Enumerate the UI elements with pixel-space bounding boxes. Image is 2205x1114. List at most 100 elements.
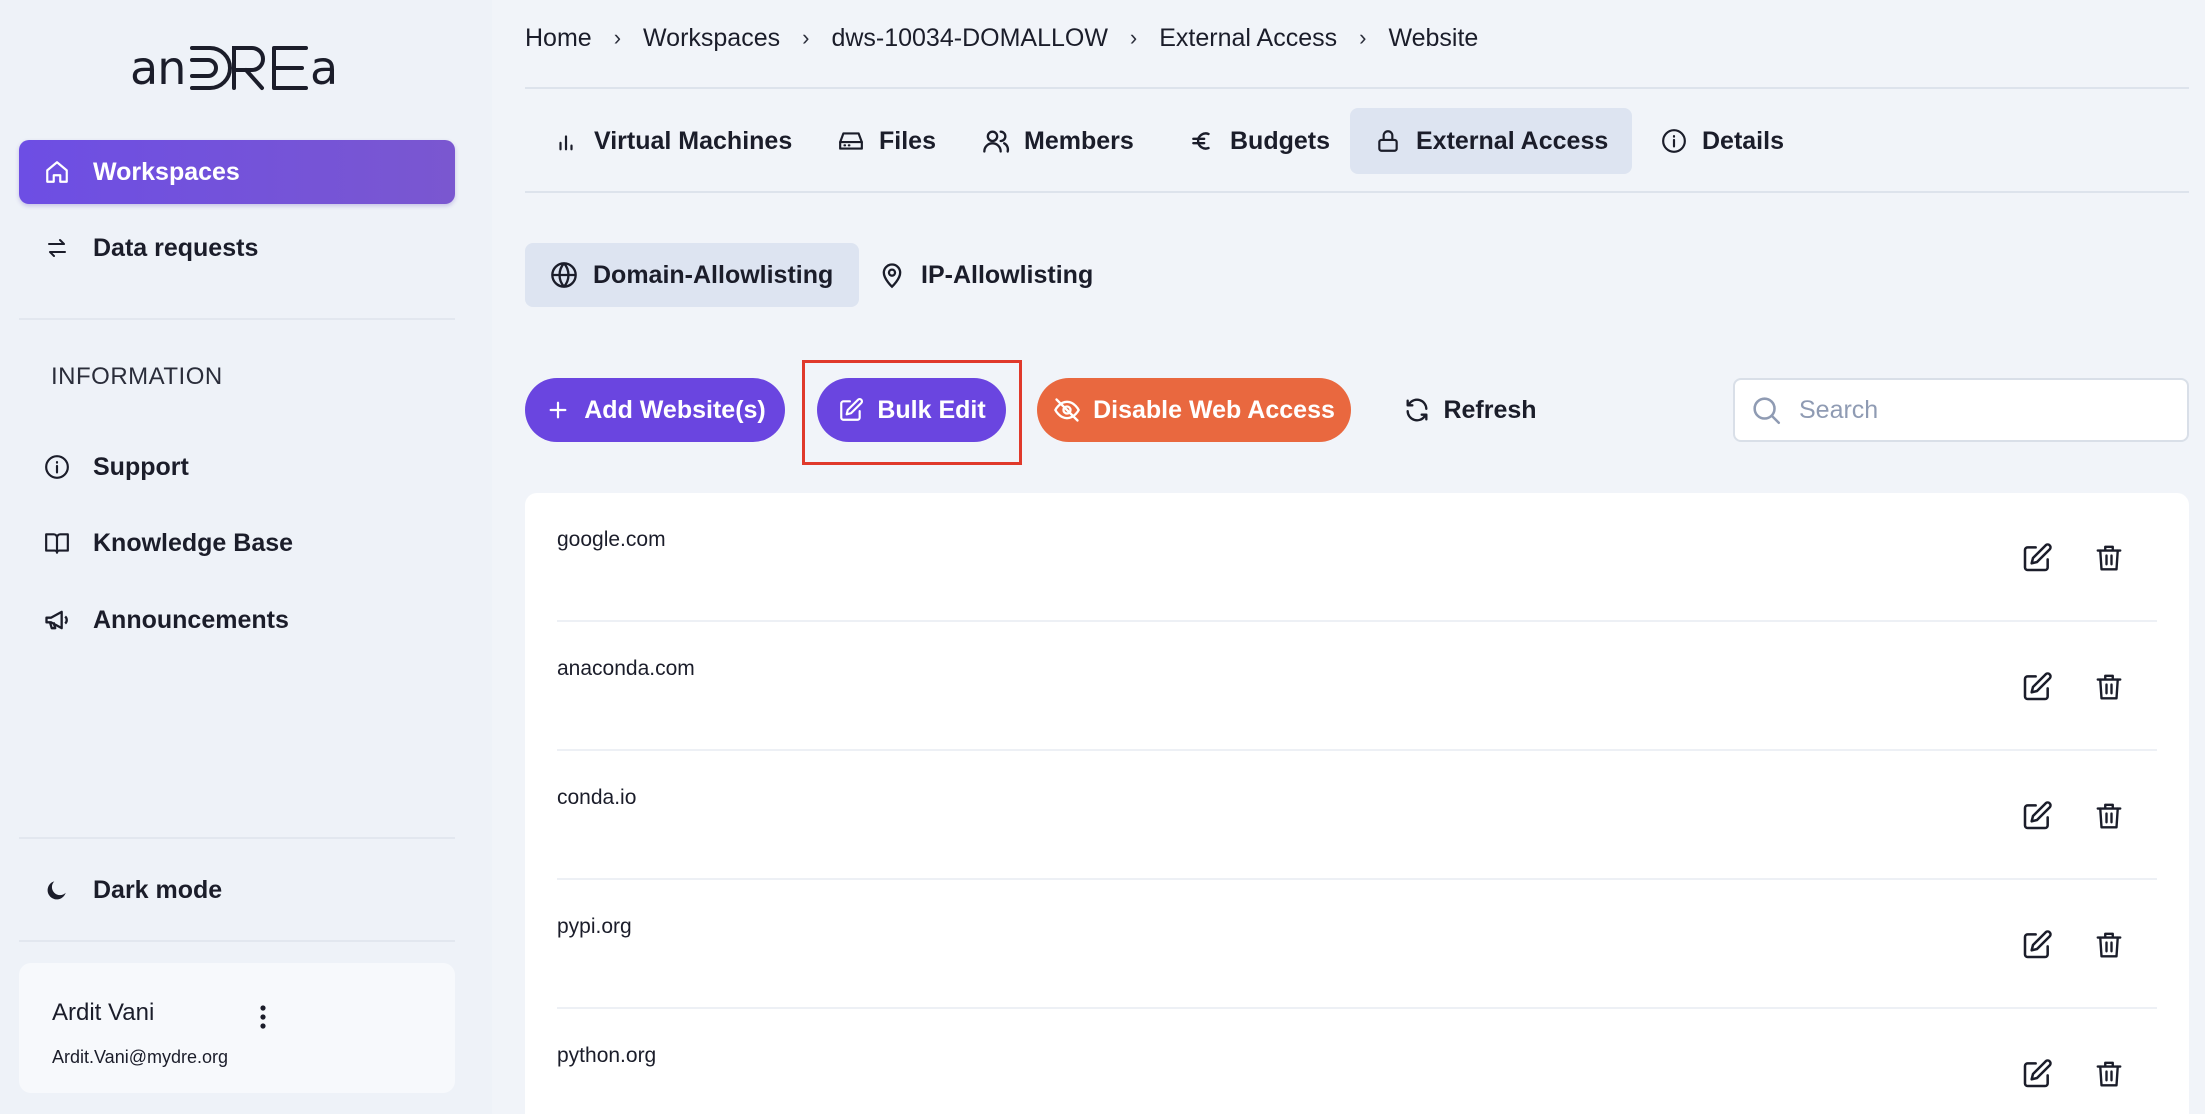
chevron-right-icon: › [1359, 25, 1367, 50]
trash-icon[interactable] [2091, 1056, 2127, 1092]
tab-label: Domain-Allowlisting [593, 260, 834, 289]
sidebar-item-label: Announcements [93, 605, 289, 634]
trash-icon[interactable] [2091, 540, 2127, 576]
edit-icon[interactable] [2019, 927, 2055, 963]
user-email: Ardit.Vani@mydre.org [52, 1047, 229, 1067]
tab-label: Virtual Machines [594, 126, 793, 155]
add-websites-button[interactable]: Add Website(s) [525, 378, 785, 442]
edit-icon[interactable] [2019, 798, 2055, 834]
tab-budgets[interactable]: Budgets [1164, 108, 1354, 174]
chevron-right-icon: › [1129, 25, 1138, 50]
sidebar-item-announcements[interactable]: Announcements [19, 588, 455, 652]
edit-icon [837, 396, 865, 424]
euro-icon [1188, 127, 1216, 155]
search-icon [1749, 393, 1783, 427]
list-item: python.org [557, 1009, 2157, 1114]
domain-list: google.com anaconda.com conda.io pypi.or… [525, 493, 2189, 1114]
user-card: Ardit Vani Ardit.Vani@mydre.org [19, 963, 455, 1093]
section-title-information: INFORMATION [51, 363, 223, 390]
disable-web-access-button[interactable]: Disable Web Access [1037, 378, 1351, 442]
drive-icon [837, 127, 865, 155]
tab-label: Members [1024, 126, 1134, 155]
domain-name: python.org [557, 1044, 657, 1067]
list-item: conda.io [557, 751, 2157, 880]
trash-icon[interactable] [2091, 669, 2127, 705]
home-icon [41, 156, 73, 188]
book-icon [41, 527, 73, 559]
more-options-icon[interactable] [247, 1001, 279, 1033]
list-item: google.com [557, 493, 2157, 622]
breadcrumb-workspace[interactable]: dws-10034-DOMALLOW [831, 24, 1107, 53]
tab-label: Budgets [1230, 126, 1330, 155]
tab-label: Files [879, 126, 936, 155]
sidebar-divider [19, 940, 455, 942]
tab-ip-allowlisting[interactable]: IP-Allowlisting [853, 243, 1119, 307]
bar-chart-icon [552, 127, 580, 155]
breadcrumb-current: Website [1388, 23, 1479, 52]
sidebar-item-workspaces[interactable]: Workspaces [19, 140, 455, 204]
refresh-button[interactable]: Refresh [1390, 378, 1550, 442]
sidebar-item-label: Data requests [93, 233, 259, 262]
svg-text:an: an [130, 41, 185, 95]
megaphone-icon [41, 604, 73, 636]
sidebar-item-label: Knowledge Base [93, 528, 294, 557]
lock-icon [1374, 127, 1402, 155]
sidebar-item-support[interactable]: Support [19, 435, 455, 499]
tab-label: Details [1702, 126, 1784, 155]
tab-virtual-machines[interactable]: Virtual Machines [528, 108, 816, 174]
dark-mode-label: Dark mode [93, 875, 223, 904]
tab-files[interactable]: Files [813, 108, 960, 174]
tab-label: IP-Allowlisting [921, 260, 1094, 289]
domain-name: pypi.org [557, 915, 632, 938]
button-label: Add Website(s) [584, 395, 766, 424]
domain-name: anaconda.com [557, 657, 695, 680]
sidebar-item-data-requests[interactable]: Data requests [19, 216, 455, 280]
sidebar-divider [19, 318, 455, 320]
tab-details[interactable]: Details [1636, 108, 1808, 174]
map-pin-icon [877, 260, 907, 290]
moon-icon [41, 874, 73, 906]
domain-name: google.com [557, 528, 666, 551]
button-label: Bulk Edit [877, 395, 986, 424]
bulk-edit-button[interactable]: Bulk Edit [817, 378, 1006, 442]
info-icon [1660, 127, 1688, 155]
search-field[interactable] [1733, 378, 2189, 442]
breadcrumb-home[interactable]: Home [525, 24, 592, 53]
tab-members[interactable]: Members [958, 108, 1158, 174]
eye-off-icon [1053, 396, 1081, 424]
header-divider [525, 87, 2189, 89]
edit-icon[interactable] [2019, 1056, 2055, 1092]
search-input[interactable] [1799, 395, 2159, 425]
sidebar-divider [19, 837, 455, 839]
info-icon [41, 451, 73, 483]
tab-label: External Access [1416, 126, 1609, 155]
sidebar: an a Workspaces Data requests INFORMATIO… [0, 0, 492, 1114]
tab-domain-allowlisting[interactable]: Domain-Allowlisting [525, 243, 860, 307]
chevron-right-icon: › [613, 25, 622, 50]
sidebar-item-knowledge-base[interactable]: Knowledge Base [19, 511, 455, 575]
tabs-divider [525, 191, 2189, 193]
dark-mode-toggle[interactable]: Dark mode [19, 858, 455, 922]
list-item: pypi.org [557, 880, 2157, 1009]
breadcrumb-external-access[interactable]: External Access [1159, 24, 1337, 53]
trash-icon[interactable] [2091, 927, 2127, 963]
breadcrumb-workspaces[interactable]: Workspaces [643, 24, 780, 53]
tab-external-access[interactable]: External Access [1350, 108, 1633, 174]
sidebar-item-label: Workspaces [93, 157, 240, 186]
andrea-logo[interactable]: an a [130, 36, 342, 104]
user-name: Ardit Vani [52, 999, 155, 1026]
swap-arrows-icon [41, 232, 73, 264]
list-item: anaconda.com [557, 622, 2157, 751]
trash-icon[interactable] [2091, 798, 2127, 834]
svg-text:a: a [310, 41, 338, 95]
users-icon [982, 127, 1010, 155]
sidebar-item-label: Support [93, 452, 189, 481]
globe-icon [549, 260, 579, 290]
edit-icon[interactable] [2019, 669, 2055, 705]
refresh-icon [1403, 396, 1431, 424]
button-label: Disable Web Access [1093, 395, 1335, 424]
edit-icon[interactable] [2019, 540, 2055, 576]
button-label: Refresh [1443, 395, 1537, 424]
plus-icon [544, 396, 572, 424]
breadcrumb: Home › Workspaces › dws-10034-DOMALLOW ›… [525, 22, 1478, 54]
